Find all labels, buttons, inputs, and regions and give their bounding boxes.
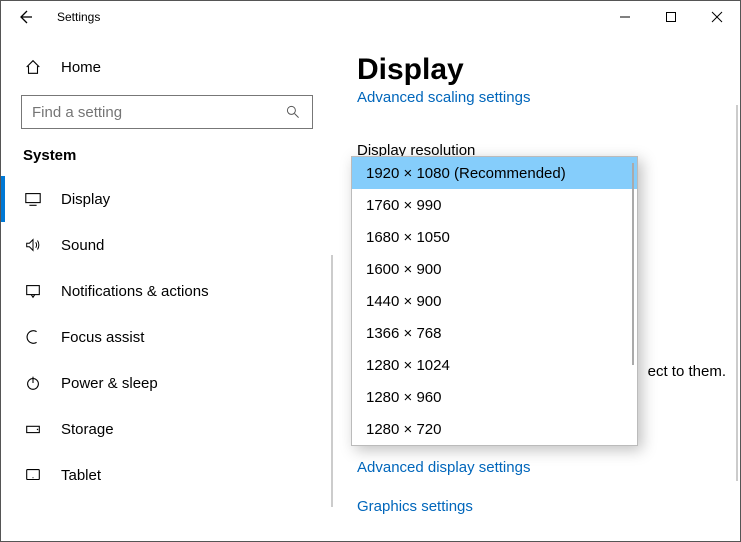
sidebar: Home System Display Sound Notifications & …: [1, 33, 333, 541]
home-icon: [23, 57, 43, 77]
search-icon: [284, 103, 302, 121]
dropdown-option[interactable]: 1280 × 720: [352, 413, 637, 445]
minimize-button[interactable]: [602, 1, 648, 33]
nav-item-label: Focus assist: [61, 329, 144, 346]
dropdown-option[interactable]: 1440 × 900: [352, 285, 637, 317]
nav-item-label: Sound: [61, 237, 104, 254]
dropdown-option[interactable]: 1680 × 1050: [352, 221, 637, 253]
main-scrollbar[interactable]: [736, 105, 738, 481]
nav-item-sound[interactable]: Sound: [1, 222, 333, 268]
storage-icon: [23, 419, 43, 439]
window-controls: [602, 1, 740, 33]
titlebar-left: Settings: [1, 1, 100, 33]
close-button[interactable]: [694, 1, 740, 33]
advanced-display-link[interactable]: Advanced display settings: [357, 459, 716, 476]
nav-item-notifications[interactable]: Notifications & actions: [1, 268, 333, 314]
search-input[interactable]: [32, 104, 284, 121]
dropdown-option[interactable]: 1760 × 990: [352, 189, 637, 221]
dropdown-option[interactable]: 1920 × 1080 (Recommended): [352, 157, 637, 189]
home-nav[interactable]: Home: [1, 57, 333, 77]
home-label: Home: [61, 59, 101, 76]
sound-icon: [23, 235, 43, 255]
category-heading: System: [1, 147, 333, 164]
settings-window: Settings Home: [0, 0, 741, 542]
dropdown-scrollbar[interactable]: [632, 163, 634, 365]
resolution-dropdown[interactable]: 1920 × 1080 (Recommended)1760 × 9901680 …: [351, 156, 638, 446]
nav-item-label: Power & sleep: [61, 375, 158, 392]
notifications-icon: [23, 281, 43, 301]
focus-icon: [23, 327, 43, 347]
graphics-settings-link[interactable]: Graphics settings: [357, 498, 716, 515]
display-icon: [23, 189, 43, 209]
nav-item-storage[interactable]: Storage: [1, 406, 333, 452]
nav-item-label: Tablet: [61, 467, 101, 484]
back-button[interactable]: [13, 5, 37, 29]
titlebar: Settings: [1, 1, 740, 33]
nav-item-label: Display: [61, 191, 110, 208]
dropdown-option[interactable]: 1366 × 768: [352, 317, 637, 349]
app-title: Settings: [57, 10, 100, 24]
nav-item-display[interactable]: Display: [1, 176, 333, 222]
nav-item-power[interactable]: Power & sleep: [1, 360, 333, 406]
nav-list: Display Sound Notifications & actions Focus…: [1, 176, 333, 498]
tablet-icon: [23, 465, 43, 485]
partial-text: ect to them.: [648, 363, 726, 380]
dropdown-option[interactable]: 1280 × 1024: [352, 349, 637, 381]
dropdown-option[interactable]: 1600 × 900: [352, 253, 637, 285]
nav-item-label: Notifications & actions: [61, 283, 209, 300]
nav-item-focus[interactable]: Focus assist: [1, 314, 333, 360]
advanced-scaling-link[interactable]: Advanced scaling settings: [357, 89, 716, 106]
page-title: Display: [357, 53, 716, 87]
nav-item-tablet[interactable]: Tablet: [1, 452, 333, 498]
search-box[interactable]: [21, 95, 313, 129]
power-icon: [23, 373, 43, 393]
dropdown-option[interactable]: 1280 × 960: [352, 381, 637, 413]
nav-item-label: Storage: [61, 421, 114, 438]
maximize-button[interactable]: [648, 1, 694, 33]
